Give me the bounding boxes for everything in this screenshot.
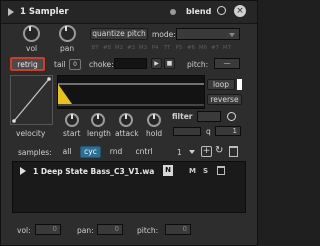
window-title: 1 Sampler xyxy=(20,7,69,17)
footer-vol-input[interactable]: 0 xyxy=(35,224,61,235)
start-label: start xyxy=(63,129,81,138)
pan-label: pan xyxy=(60,44,75,53)
pitch-note-toggle[interactable]: P4 xyxy=(150,44,160,53)
add-sample-icon[interactable]: + xyxy=(201,146,212,157)
footer-pan-label: pan: xyxy=(77,226,94,235)
sample-mute-button[interactable]: M xyxy=(189,167,196,175)
sample-n-button[interactable]: N xyxy=(163,165,173,176)
play-button[interactable]: ▶ xyxy=(151,58,162,69)
footer-pitch-input[interactable]: 0 xyxy=(165,224,191,235)
pitch-note-toggle[interactable]: M6 xyxy=(198,44,208,53)
vol-knob[interactable] xyxy=(23,25,40,42)
trash-icon[interactable] xyxy=(229,146,238,157)
samples-label: samples: xyxy=(18,148,52,157)
mode-select[interactable] xyxy=(176,28,240,40)
sample-mode-cyc[interactable]: cyc xyxy=(80,146,101,158)
choke-label: choke: xyxy=(89,60,114,69)
retrig-button[interactable]: retrig xyxy=(10,57,45,71)
choke-select[interactable] xyxy=(114,58,147,69)
q-label: q xyxy=(206,127,211,136)
list-item[interactable]: 1 Deep State Bass_C3_V1.wa N M S xyxy=(13,164,245,178)
footer-pitch-label: pitch: xyxy=(137,226,159,235)
hold-knob[interactable] xyxy=(147,113,161,127)
pitch-note-toggle[interactable]: BT xyxy=(90,44,100,53)
footer-pan-input[interactable]: 0 xyxy=(97,224,123,235)
pitch-note-toggle[interactable]: M2 xyxy=(114,44,124,53)
quantize-pitch-button[interactable]: quantize pitch xyxy=(90,28,148,40)
refresh-icon[interactable]: ↻ xyxy=(215,145,223,156)
footer-vol-label: vol: xyxy=(17,226,31,235)
pitch-value: — xyxy=(223,59,231,67)
pitch-note-toggle[interactable]: P5 xyxy=(174,44,184,53)
pitch-note-toggle[interactable]: #6 xyxy=(186,44,196,53)
filter-label: filter xyxy=(172,112,193,121)
reverse-button[interactable]: reverse xyxy=(207,94,242,105)
mode-label: mode: xyxy=(152,30,176,39)
pitch-note-toggle[interactable]: #3 xyxy=(126,44,136,53)
sample-mode-cntrl[interactable]: cntrl xyxy=(131,146,157,158)
pan-knob[interactable] xyxy=(59,25,76,42)
pitch-note-toggle[interactable]: #8 xyxy=(102,44,112,53)
pitch-label: pitch: xyxy=(187,60,209,69)
pitch-input[interactable]: — xyxy=(214,58,240,69)
filter-power-icon[interactable] xyxy=(227,112,236,121)
start-knob[interactable] xyxy=(65,113,79,127)
sample-name: 1 Deep State Bass_C3_V1.wa xyxy=(33,167,155,176)
filter-cutoff-slider[interactable] xyxy=(173,127,201,136)
blend-indicator-icon[interactable] xyxy=(170,9,176,15)
q-input[interactable]: 1 xyxy=(215,126,241,136)
tail-value[interactable]: 0 xyxy=(69,59,81,70)
title-bar: 1 Sampler blend × xyxy=(1,1,257,24)
pitch-note-toggle[interactable]: M3 xyxy=(138,44,148,53)
loop-indicator[interactable] xyxy=(237,79,242,90)
length-label: length xyxy=(87,129,111,138)
attack-knob[interactable] xyxy=(119,113,133,127)
filter-type-select[interactable] xyxy=(197,111,221,122)
power-icon[interactable] xyxy=(217,6,226,15)
pitch-note-toggle[interactable]: M7 xyxy=(222,44,232,53)
blend-label: blend xyxy=(186,7,212,16)
chevron-down-icon[interactable] xyxy=(189,150,195,154)
envelope-waveform xyxy=(58,83,204,106)
sample-count[interactable]: 1 xyxy=(177,148,182,157)
footer-pitch-value: 0 xyxy=(182,225,187,233)
sample-solo-button[interactable]: S xyxy=(203,167,208,175)
collapse-arrow-icon[interactable] xyxy=(8,8,14,16)
footer-pan-value: 0 xyxy=(114,225,119,233)
close-icon[interactable]: × xyxy=(234,5,246,17)
attack-label: attack xyxy=(115,129,139,138)
tail-label: tail xyxy=(54,60,66,69)
play-icon[interactable] xyxy=(20,167,26,175)
hold-label: hold xyxy=(146,129,163,138)
pitch-note-toggle[interactable]: #7 xyxy=(210,44,220,53)
envelope-display[interactable] xyxy=(57,75,205,109)
sample-mode-all[interactable]: all xyxy=(57,146,77,158)
delete-sample-icon[interactable] xyxy=(217,166,225,175)
chevron-down-icon xyxy=(229,33,235,37)
sampler-window: 1 Sampler blend × vol pan quantize pitch… xyxy=(0,0,258,246)
loop-button[interactable]: loop xyxy=(207,79,235,90)
pitch-note-toggle[interactable]: TT xyxy=(162,44,172,53)
length-knob[interactable] xyxy=(91,113,105,127)
velocity-curve[interactable] xyxy=(10,75,53,125)
velocity-curve-graph xyxy=(12,77,51,123)
velocity-label: velocity xyxy=(16,129,46,138)
sample-mode-rnd[interactable]: rnd xyxy=(106,146,126,158)
sample-list: 1 Deep State Bass_C3_V1.wa N M S xyxy=(12,161,246,213)
footer-vol-value: 0 xyxy=(52,225,57,233)
vol-label: vol xyxy=(26,44,38,53)
stop-button[interactable]: ■ xyxy=(164,58,175,69)
q-value: 1 xyxy=(232,127,237,135)
